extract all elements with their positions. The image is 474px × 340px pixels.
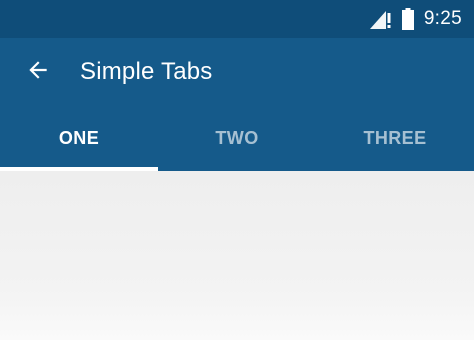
signal-no-data-icon <box>369 9 392 29</box>
status-bar: 9:25 <box>0 0 474 38</box>
back-button[interactable] <box>14 48 62 96</box>
page-title: Simple Tabs <box>80 58 213 85</box>
tab-two[interactable]: TWO <box>158 106 316 171</box>
arrow-back-icon <box>25 57 51 88</box>
app-bar: 9:25 Simple Tabs ONE TWO THREE <box>0 0 474 171</box>
battery-full-icon <box>401 8 414 30</box>
tab-bar: ONE TWO THREE <box>0 106 474 171</box>
status-icons: 9:25 <box>369 0 462 38</box>
tab-three[interactable]: THREE <box>316 106 474 171</box>
status-time: 9:25 <box>423 8 462 29</box>
tab-one[interactable]: ONE <box>0 106 158 171</box>
toolbar: Simple Tabs <box>0 38 474 106</box>
tab-content <box>0 171 474 340</box>
